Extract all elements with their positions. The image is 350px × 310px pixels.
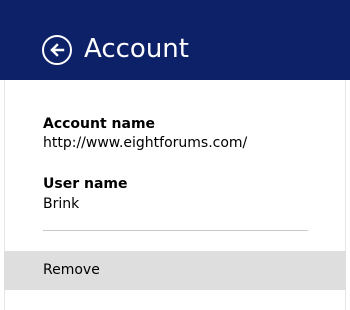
header-bar: Account [0,0,350,80]
back-arrow-icon [50,43,65,57]
page-title: Account [84,34,189,64]
account-name-value: http://www.eightforums.com/ [43,135,248,151]
remove-button[interactable]: Remove [4,251,346,290]
user-name-value: Brink [43,196,80,212]
user-name-label: User name [43,176,128,192]
back-button[interactable] [42,35,72,65]
divider [43,230,308,231]
remove-label: Remove [43,262,100,278]
account-name-label: Account name [43,116,156,132]
